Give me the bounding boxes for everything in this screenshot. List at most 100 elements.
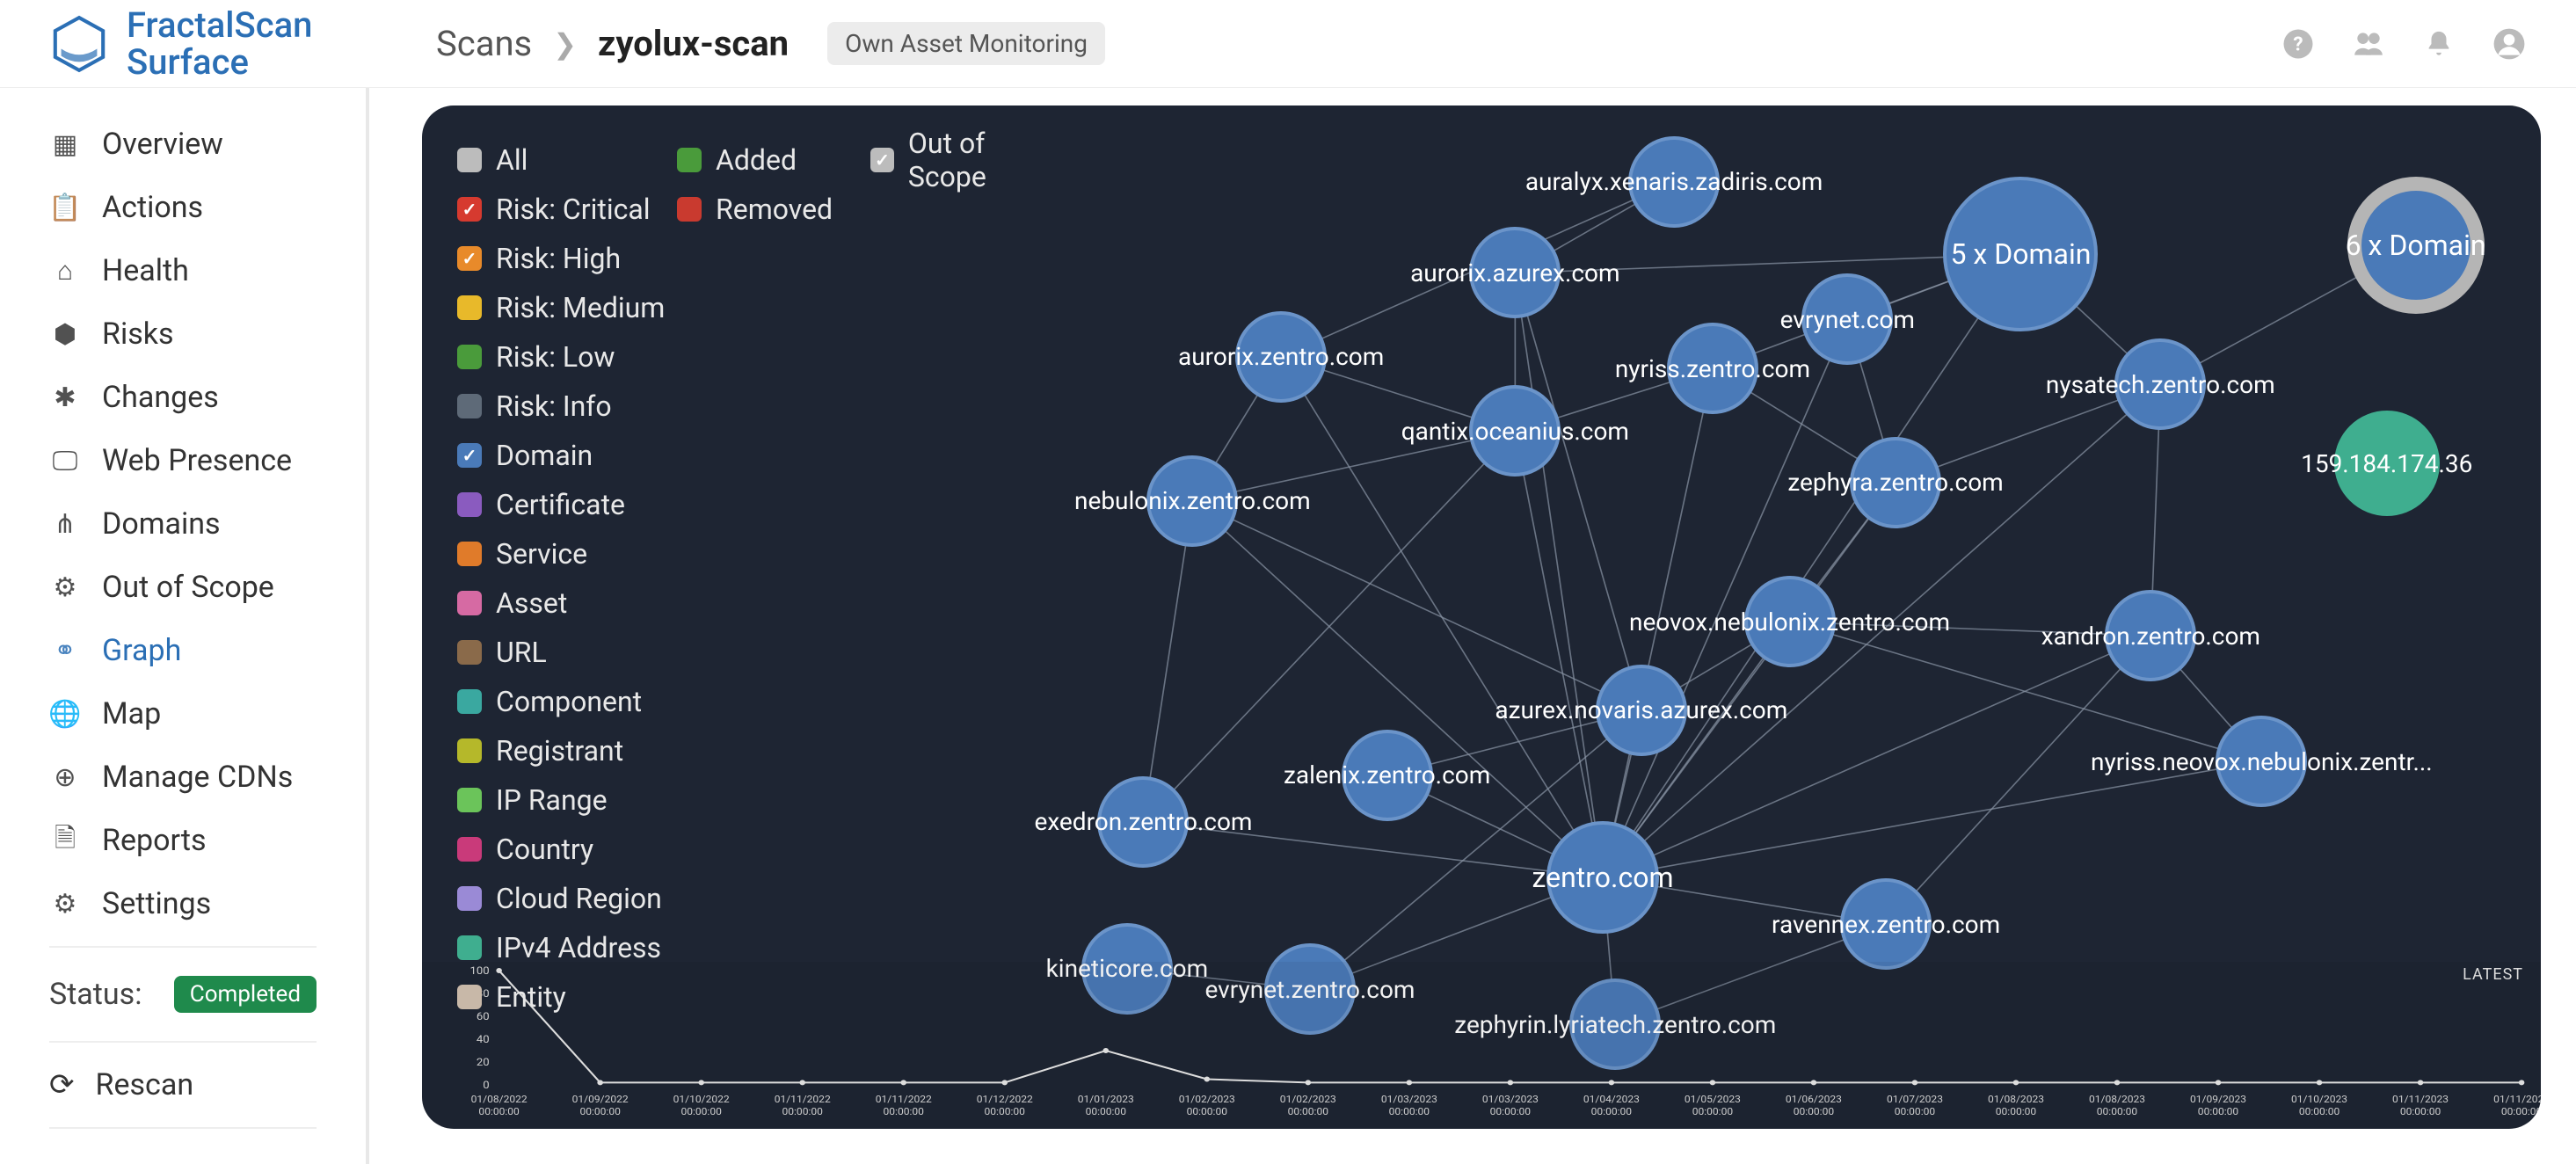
graph-node[interactable]: zephyra.zentro.com (1850, 437, 1941, 528)
graph-node[interactable]: nebulonix.zentro.com (1146, 455, 1238, 547)
sidebar-item-reports[interactable]: 🗎Reports (0, 809, 366, 872)
graph-node[interactable]: auralyx.xenaris.zadiris.com (1628, 136, 1720, 228)
node-label: azurex.novaris.azurex.com (1495, 695, 1787, 724)
graph-node[interactable]: nysatech.zentro.com (2114, 338, 2206, 430)
sidebar-item-actions[interactable]: 📋Actions (0, 176, 366, 239)
legend-risk-critical[interactable]: ✓ Risk: Critical (457, 185, 677, 234)
sidebar-item-risks[interactable]: ⬢Risks (0, 302, 366, 366)
svg-text:00:00:00: 00:00:00 (1996, 1106, 2036, 1117)
node-label: neovox.nebulonix.zentro.com (1629, 607, 1950, 637)
bell-icon[interactable] (2421, 26, 2456, 62)
legend-label: Risk: Medium (496, 291, 665, 324)
brand[interactable]: FractalScan Surface (49, 7, 436, 81)
graph-icon: ⚭ (49, 635, 81, 666)
rescan-label: Rescan (96, 1067, 194, 1102)
sidebar-item-changes[interactable]: ✱Changes (0, 366, 366, 429)
color-swatch (457, 935, 482, 960)
monitor-icon: 🖵 (49, 445, 81, 477)
svg-text:00:00:00: 00:00:00 (782, 1106, 823, 1117)
legend-cloud-region[interactable]: Cloud Region (457, 874, 677, 923)
graph-node[interactable]: aurorix.zentro.com (1235, 311, 1327, 403)
graph-node[interactable]: xandron.zentro.com (2105, 590, 2196, 681)
node-label: zephyra.zentro.com (1787, 468, 2003, 497)
checkbox-icon: ✓ (457, 197, 482, 222)
sidebar-item-manage-cdns[interactable]: ⊕Manage CDNs (0, 746, 366, 809)
graph-node[interactable]: neovox.nebulonix.zentro.com (1744, 576, 1836, 667)
legend-out-of-scope[interactable]: ✓Out of Scope (870, 135, 1064, 185)
legend-label: Risk: Critical (496, 193, 651, 226)
legend-certificate[interactable]: Certificate (457, 480, 677, 529)
graph-node[interactable]: exedron.zentro.com (1097, 776, 1189, 868)
sidebar-item-domains[interactable]: ⋔ Domains (0, 492, 366, 556)
svg-text:00:00:00: 00:00:00 (884, 1106, 924, 1117)
svg-text:00:00:00: 00:00:00 (1389, 1106, 1430, 1117)
sidebar-item-label: Graph (102, 633, 181, 668)
color-swatch (457, 492, 482, 517)
graph-node[interactable]: aurorix.azurex.com (1469, 227, 1561, 318)
graph-node[interactable]: 159.184.174.36 (2334, 411, 2440, 516)
color-swatch (457, 689, 482, 714)
legend-component[interactable]: Component (457, 677, 677, 726)
legend-domain[interactable]: ✓Domain (457, 431, 677, 480)
sidebar-item-health[interactable]: ⌂Health (0, 239, 366, 302)
svg-text:01/11/2023: 01/11/2023 (2493, 1094, 2541, 1105)
legend-entity[interactable]: Entity (457, 972, 677, 1022)
svg-text:00:00:00: 00:00:00 (680, 1106, 721, 1117)
legend-risk-high[interactable]: ✓Risk: High (457, 234, 677, 283)
legend-removed[interactable]: Removed (677, 185, 870, 234)
graph-node[interactable]: evrynet.com (1801, 273, 1893, 365)
svg-text:01/11/2023: 01/11/2023 (2392, 1094, 2449, 1105)
rescan-button[interactable]: ⟳Rescan (0, 1053, 366, 1117)
legend-risk-low[interactable]: Risk: Low (457, 332, 677, 382)
crumb-current[interactable]: zyolux-scan (598, 23, 789, 64)
legend-risk-info[interactable]: Risk: Info (457, 382, 677, 431)
legend-service[interactable]: Service (457, 529, 677, 578)
color-swatch (457, 837, 482, 862)
legend-country[interactable]: Country (457, 825, 677, 874)
color-swatch (677, 148, 702, 172)
legend-label: Domain (496, 439, 593, 472)
help-icon[interactable]: ? (2281, 26, 2316, 62)
legend-url[interactable]: URL (457, 628, 677, 677)
graph-node[interactable]: azurex.novaris.azurex.com (1596, 665, 1687, 756)
graph-node[interactable]: zentro.com (1546, 821, 1659, 934)
cog-icon: ⚙ (49, 888, 81, 920)
users-icon[interactable] (2351, 26, 2386, 62)
node-label: zalenix.zentro.com (1284, 760, 1490, 789)
legend-registrant[interactable]: Registrant (457, 726, 677, 775)
sidebar-item-map[interactable]: 🌐Map (0, 682, 366, 746)
graph-node[interactable]: nyriss.zentro.com (1667, 323, 1758, 414)
legend-label: Country (496, 833, 593, 866)
svg-text:00:00:00: 00:00:00 (478, 1106, 519, 1117)
sidebar-item-out-of-scope[interactable]: ⚙Out of Scope (0, 556, 366, 619)
sidebar-item-label: Domains (102, 506, 221, 542)
color-swatch (457, 985, 482, 1009)
legend-ipv4-address[interactable]: IPv4 Address (457, 923, 677, 972)
sitemap-icon: ⋔ (49, 508, 81, 540)
svg-text:20: 20 (477, 1057, 490, 1069)
sidebar-item-graph[interactable]: ⚭ Graph (0, 619, 366, 682)
graph-node[interactable]: ravennex.zentro.com (1840, 878, 1932, 970)
legend-ip-range[interactable]: IP Range (457, 775, 677, 825)
sidebar-item-label: Settings (102, 886, 211, 921)
node-label: 6 x Domain (2346, 229, 2486, 262)
graph-node[interactable]: 5 x Domain (1943, 177, 2098, 331)
graph-node[interactable]: zalenix.zentro.com (1342, 730, 1433, 821)
legend-added[interactable]: Added (677, 135, 870, 185)
legend-all[interactable]: All (457, 135, 677, 185)
sidebar-item-overview[interactable]: ▦Overview (0, 113, 366, 176)
user-avatar-icon[interactable] (2492, 26, 2527, 62)
svg-text:00:00:00: 00:00:00 (2299, 1106, 2340, 1117)
legend-asset[interactable]: Asset (457, 578, 677, 628)
sidebar-item-settings[interactable]: ⚙ Settings (0, 872, 366, 935)
color-swatch (457, 295, 482, 320)
graph-node[interactable]: qantix.oceanius.com (1469, 385, 1561, 477)
graph-node[interactable]: 6 x Domain (2347, 177, 2485, 314)
crumb-root[interactable]: Scans (436, 23, 532, 64)
node-label: xandron.zentro.com (2041, 622, 2260, 651)
graph-node[interactable]: nyriss.neovox.nebulonix.zentr... (2216, 716, 2307, 807)
svg-text:01/09/2022: 01/09/2022 (572, 1094, 629, 1105)
legend-risk-medium[interactable]: Risk: Medium (457, 283, 677, 332)
sidebar-item-web-presence[interactable]: 🖵Web Presence (0, 429, 366, 492)
scan-tag-badge: Own Asset Monitoring (827, 22, 1105, 65)
